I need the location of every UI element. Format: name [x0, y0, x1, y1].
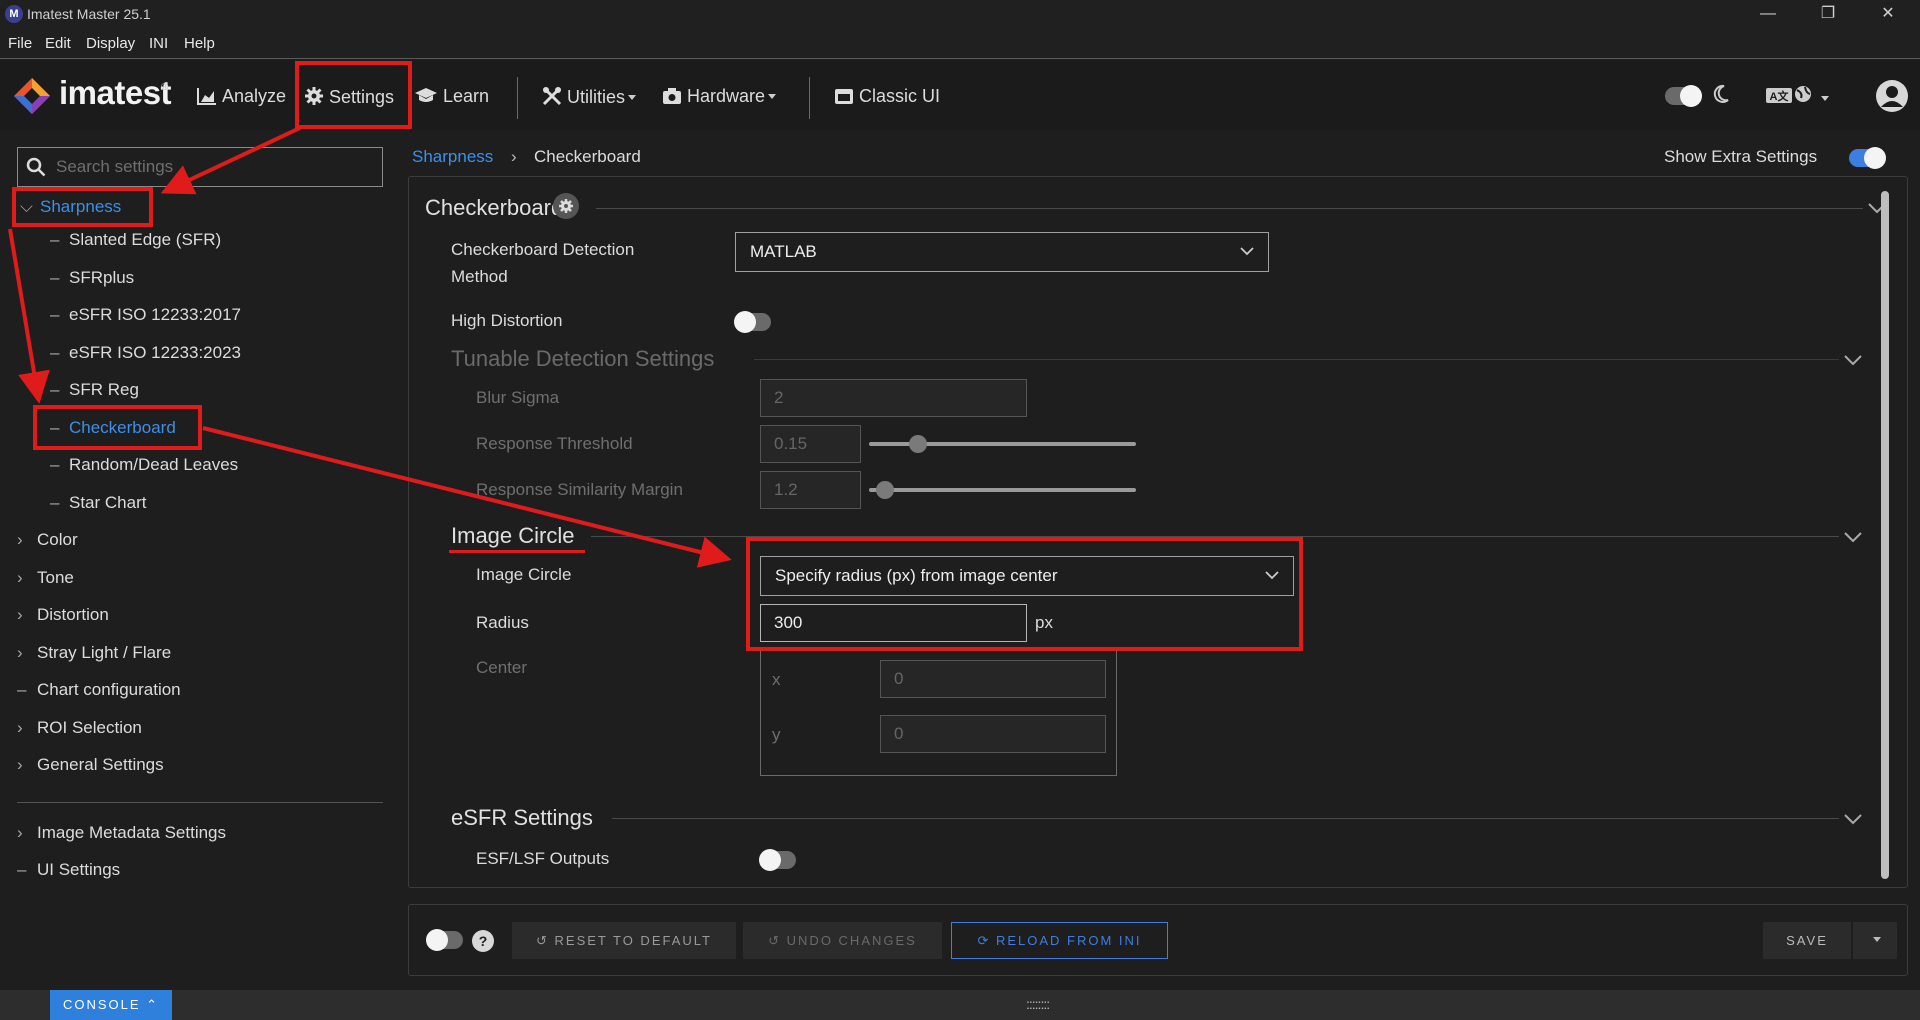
annotation-arrows: [8, 126, 732, 568]
